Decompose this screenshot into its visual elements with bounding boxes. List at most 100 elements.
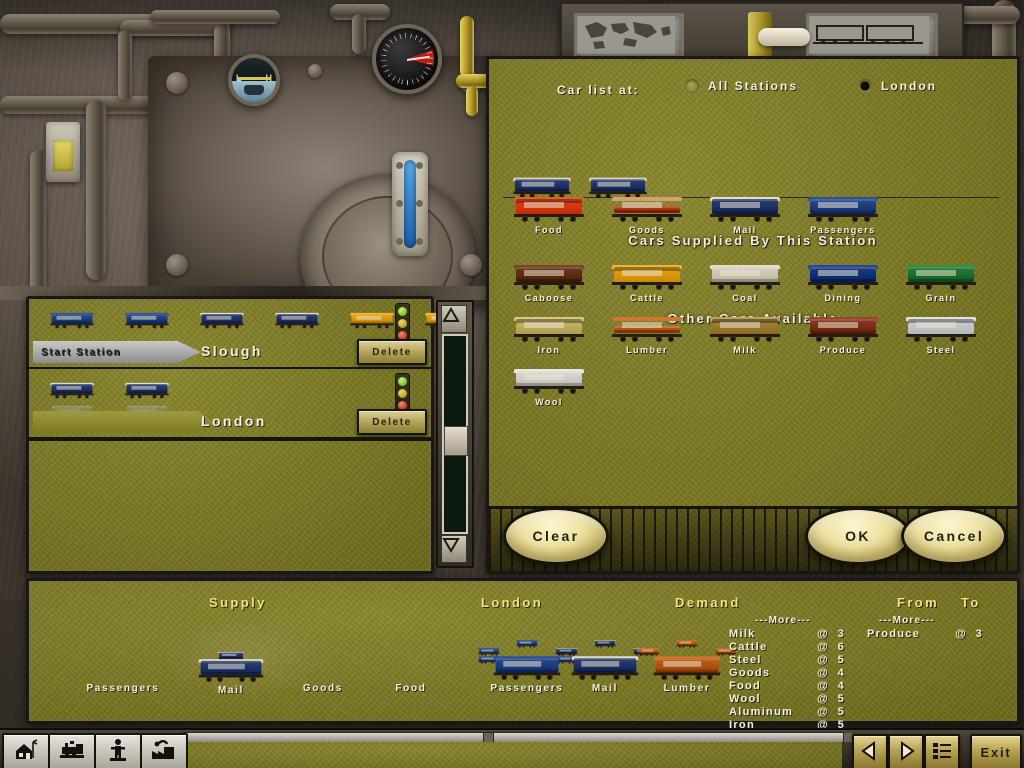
stations-view[interactable] bbox=[2, 733, 50, 768]
consist-list-scrollbar[interactable] bbox=[436, 300, 474, 568]
food-car-icon bbox=[512, 197, 586, 223]
demand-item-name: Goods bbox=[729, 667, 815, 680]
demand-item[interactable]: Steel@5 bbox=[729, 654, 845, 667]
exit-button[interactable]: Exit bbox=[970, 734, 1022, 768]
car-option-caboose[interactable]: Caboose bbox=[501, 265, 597, 303]
signal-green-lamp bbox=[398, 307, 407, 316]
locomotive-icon bbox=[58, 739, 86, 766]
clear-button[interactable]: Clear bbox=[503, 507, 609, 565]
car-selection-panel: Car list at: All StationsLondon Cars Sup… bbox=[486, 56, 1020, 574]
car-option-label: Produce bbox=[795, 345, 891, 355]
demand-item[interactable]: Wool@5 bbox=[729, 693, 845, 706]
demand-item-name: Wool bbox=[729, 693, 815, 706]
demand-item-name: Food bbox=[729, 680, 815, 693]
car-option-cattle[interactable]: Cattle bbox=[599, 265, 695, 303]
car-option-goods[interactable]: Goods bbox=[599, 197, 695, 235]
clear-button-label: Clear bbox=[532, 528, 579, 544]
list-button[interactable] bbox=[924, 734, 960, 768]
radio-option-london[interactable]: London bbox=[858, 79, 937, 93]
demand-item[interactable]: Aluminum@5 bbox=[729, 706, 845, 719]
radio-unselected-icon[interactable] bbox=[685, 79, 699, 93]
car-list-at-label: Car list at: bbox=[557, 83, 640, 97]
car-option-coal[interactable]: Coal bbox=[697, 265, 793, 303]
car-option-mail[interactable]: Mail bbox=[697, 197, 793, 235]
car-option-label: Coal bbox=[697, 293, 793, 303]
person-icon bbox=[108, 738, 128, 767]
demand-item-value: 4 bbox=[831, 667, 845, 680]
demand-item-at: @ bbox=[815, 680, 831, 693]
demand-more-label[interactable]: ---More--- bbox=[755, 615, 845, 626]
start-station-flag[interactable]: Start Station bbox=[33, 341, 201, 363]
brass-lever-knob[interactable] bbox=[758, 28, 810, 46]
car-option-label: Steel bbox=[893, 345, 989, 355]
radio-selected-icon[interactable] bbox=[858, 79, 872, 93]
demand-item-value: 5 bbox=[831, 706, 845, 719]
consist-car-mail[interactable] bbox=[512, 178, 573, 199]
consist-car-cattle[interactable] bbox=[349, 313, 395, 329]
current-consist-strip[interactable] bbox=[505, 167, 655, 199]
station-filter-radio-group[interactable]: All Stations London bbox=[685, 79, 937, 93]
arrow-right-icon bbox=[895, 740, 917, 765]
radio-option-all-stations[interactable]: All Stations bbox=[685, 79, 798, 93]
triangle-down-icon[interactable] bbox=[441, 535, 467, 563]
car-option-iron[interactable]: Iron bbox=[501, 317, 597, 355]
consist-car-mail[interactable] bbox=[199, 313, 245, 329]
cattle-car-icon bbox=[610, 265, 684, 291]
demand-item[interactable]: Milk@3 bbox=[729, 628, 845, 641]
car-option-grain[interactable]: Grain bbox=[893, 265, 989, 303]
demand-item[interactable]: Goods@4 bbox=[729, 667, 845, 680]
car-option-lumber[interactable]: Lumber bbox=[599, 317, 695, 355]
demand-item-at: @ bbox=[815, 667, 831, 680]
ok-button-label: OK bbox=[845, 528, 871, 544]
trains-view[interactable] bbox=[48, 733, 96, 768]
consist-car-mail[interactable] bbox=[588, 178, 649, 199]
car-option-steel[interactable]: Steel bbox=[893, 317, 989, 355]
mail-car-icon bbox=[708, 197, 782, 223]
row-separator bbox=[29, 439, 431, 441]
demand-item-name: Produce bbox=[867, 628, 953, 641]
station-flag[interactable] bbox=[33, 411, 213, 433]
consist-row[interactable]: London Delete bbox=[29, 369, 431, 439]
previous-button[interactable] bbox=[852, 734, 888, 768]
scrollbar-track[interactable] bbox=[442, 334, 468, 534]
water-level-gauge: L H bbox=[228, 54, 280, 106]
demand-item-name: Aluminum bbox=[729, 706, 815, 719]
coal-car-icon bbox=[708, 265, 782, 291]
scrollbar-thumb[interactable] bbox=[444, 426, 468, 456]
industry-view[interactable] bbox=[140, 733, 188, 768]
car-option-label: Lumber bbox=[599, 345, 695, 355]
demand-item-value: 6 bbox=[831, 641, 845, 654]
car-option-food[interactable]: Food bbox=[501, 197, 597, 235]
consist-car-passengers[interactable] bbox=[49, 313, 95, 329]
industry-icon bbox=[150, 739, 178, 766]
cancel-button[interactable]: Cancel bbox=[901, 507, 1007, 565]
delete-button[interactable]: Delete bbox=[357, 409, 427, 435]
car-option-label: Wool bbox=[501, 397, 597, 407]
car-option-label: Passengers bbox=[795, 225, 891, 235]
car-option-wool[interactable]: Wool bbox=[501, 369, 597, 407]
demand-item-value: 4 bbox=[831, 680, 845, 693]
delete-button[interactable]: Delete bbox=[357, 339, 427, 365]
demand-item[interactable]: Cattle@6 bbox=[729, 641, 845, 654]
next-button[interactable] bbox=[888, 734, 924, 768]
consist-row[interactable]: Start StationSloughDelete bbox=[29, 299, 431, 369]
demand-item[interactable]: Produce@3 bbox=[867, 628, 983, 641]
consist-row-cars[interactable] bbox=[35, 303, 484, 329]
car-option-produce[interactable]: Produce bbox=[795, 317, 891, 355]
cancel-button-label: Cancel bbox=[924, 528, 984, 544]
demand-item[interactable]: Food@4 bbox=[729, 680, 845, 693]
consist-car-passengers[interactable] bbox=[124, 313, 170, 329]
triangle-up-icon[interactable] bbox=[441, 305, 467, 333]
ok-button[interactable]: OK bbox=[805, 507, 911, 565]
car-option-passengers[interactable]: Passengers bbox=[795, 197, 891, 235]
station-name: London bbox=[201, 413, 267, 429]
car-option-label: Mail bbox=[697, 225, 793, 235]
milk-car-icon bbox=[708, 317, 782, 343]
signal-yellow-lamp bbox=[398, 319, 407, 328]
car-option-milk[interactable]: Milk bbox=[697, 317, 793, 355]
personnel-view[interactable] bbox=[94, 733, 142, 768]
demand-more-label[interactable]: ---More--- bbox=[879, 615, 983, 626]
car-option-dining[interactable]: Dining bbox=[795, 265, 891, 303]
dining-car-icon bbox=[806, 265, 880, 291]
consist-car-mail[interactable] bbox=[274, 313, 320, 329]
